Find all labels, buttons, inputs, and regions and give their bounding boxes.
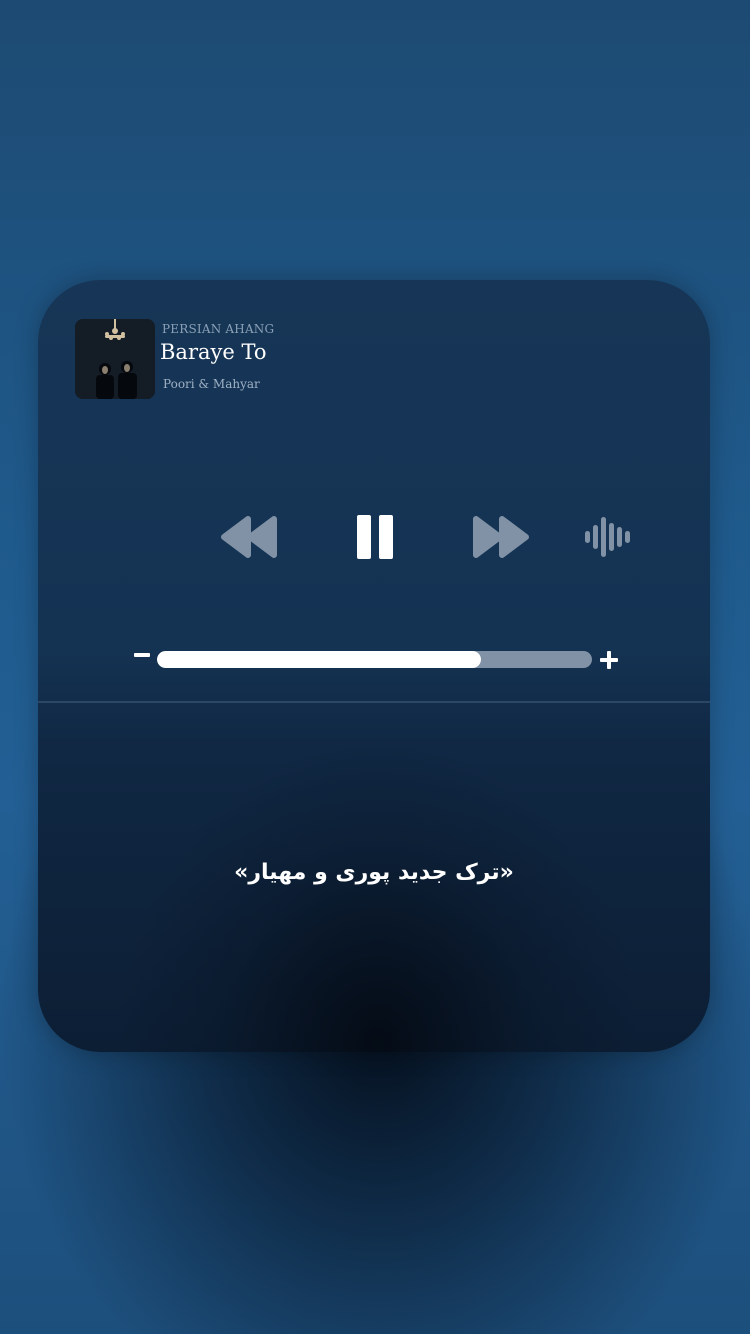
waveform-button[interactable] xyxy=(583,515,635,559)
rewind-icon xyxy=(221,516,277,558)
volume-up-button[interactable] xyxy=(600,651,618,669)
album-artwork[interactable] xyxy=(75,319,155,399)
waveform-icon xyxy=(585,517,630,557)
pause-button[interactable] xyxy=(348,508,402,566)
fast-forward-icon xyxy=(473,516,529,558)
caption-text: «ترک جدید پوری و مهیار» xyxy=(234,860,514,885)
rewind-button[interactable] xyxy=(216,510,282,564)
source-label: PERSIAN AHANG xyxy=(162,322,275,336)
fast-forward-button[interactable] xyxy=(468,510,534,564)
artist-name: Poori & Mahyar xyxy=(163,377,260,391)
volume-slider[interactable] xyxy=(157,651,592,668)
song-title: Baraye To xyxy=(160,340,267,364)
volume-level-fill xyxy=(157,651,482,668)
now-playing-card: PERSIAN AHANG Baraye To Poori & Mahyar «… xyxy=(38,280,710,1052)
volume-down-button[interactable] xyxy=(134,653,150,657)
card-divider xyxy=(38,701,710,703)
pause-icon xyxy=(357,515,393,559)
